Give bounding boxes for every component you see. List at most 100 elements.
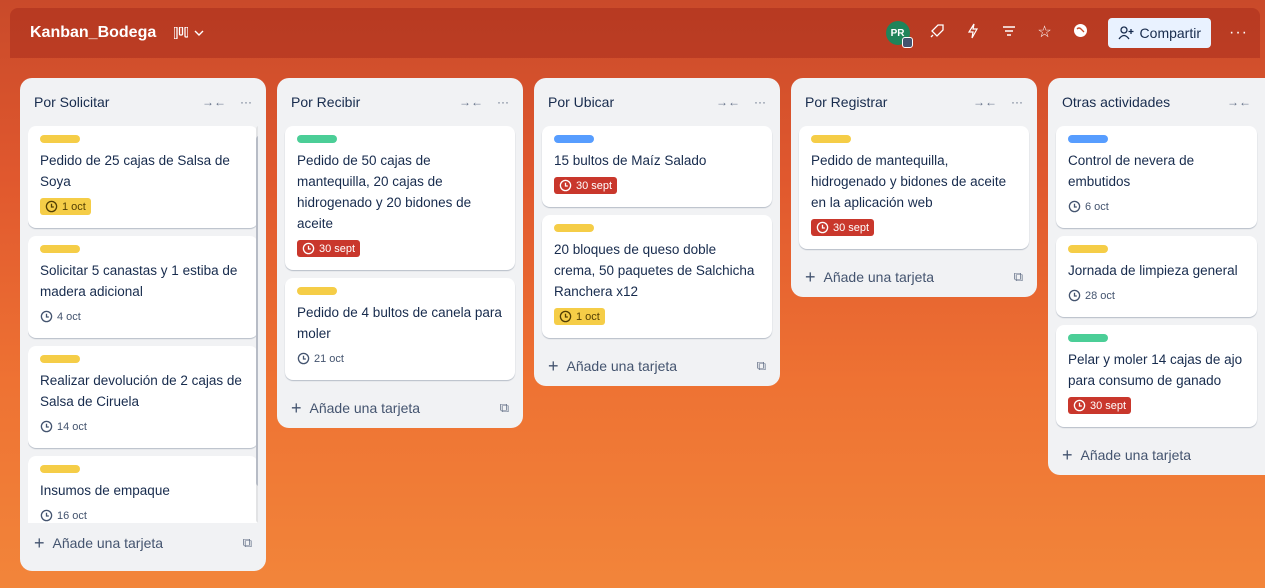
add-card-label: Añade una tarjeta <box>566 358 678 374</box>
label-yellow[interactable] <box>40 245 80 253</box>
label-yellow[interactable] <box>40 355 80 363</box>
template-icon[interactable]: ⧉ <box>500 400 509 416</box>
chevron-down-icon <box>194 30 204 36</box>
clock-icon <box>40 509 53 522</box>
clock-icon <box>559 310 572 323</box>
more-icon[interactable]: ··· <box>1229 24 1248 42</box>
list-por-registrar: Por Registrar →← ··· Pedido de mantequil… <box>791 78 1037 297</box>
label-blue[interactable] <box>1068 135 1108 143</box>
add-card-button[interactable]: + Añade una tarjeta ⧉ <box>285 388 515 428</box>
due-date-badge[interactable]: 14 oct <box>40 418 92 435</box>
list-header: Por Registrar →← ··· <box>799 78 1029 126</box>
due-date-badge[interactable]: 6 oct <box>1068 198 1114 215</box>
add-card-label: Añade una tarjeta <box>823 269 935 285</box>
due-date-badge[interactable]: 21 oct <box>297 350 349 367</box>
due-date-badge[interactable]: 30 sept <box>1068 397 1132 414</box>
scrollbar-thumb[interactable] <box>256 136 258 486</box>
clock-icon <box>1068 289 1081 302</box>
card-title: Pedido de 4 bultos de canela para moler <box>297 305 502 341</box>
clock-icon <box>297 352 310 365</box>
rocket-icon[interactable] <box>928 23 946 44</box>
card-title: Pelar y moler 14 cajas de ajo para consu… <box>1068 352 1243 388</box>
card-title: Pedido de mantequilla, hidrogenado y bid… <box>811 153 1007 210</box>
card-scroll-area[interactable]: Pedido de 25 cajas de Salsa de Soya 1 oc… <box>28 126 258 523</box>
filter-icon[interactable] <box>1000 24 1018 42</box>
list-header: Otras actividades →← <box>1056 78 1257 126</box>
clock-icon <box>816 221 829 234</box>
template-icon[interactable]: ⧉ <box>243 535 252 551</box>
card[interactable]: Pelar y moler 14 cajas de ajo para consu… <box>1056 325 1257 427</box>
card-title: Jornada de limpieza general <box>1068 263 1238 278</box>
card[interactable]: Realizar devolución de 2 cajas de Salsa … <box>28 346 258 448</box>
template-icon[interactable]: ⧉ <box>1014 269 1023 285</box>
card[interactable]: Control de nevera de embutidos 6 oct <box>1056 126 1257 228</box>
label-yellow[interactable] <box>40 465 80 473</box>
due-date-badge[interactable]: 1 oct <box>40 198 91 215</box>
due-date-badge[interactable]: 1 oct <box>554 308 605 325</box>
card-title: Control de nevera de embutidos <box>1068 153 1195 189</box>
add-card-label: Añade una tarjeta <box>1080 447 1192 463</box>
label-yellow[interactable] <box>554 224 594 232</box>
star-icon[interactable]: ☆ <box>1036 24 1054 42</box>
add-card-button[interactable]: + Añade una tarjeta ⧉ <box>799 257 1029 297</box>
card[interactable]: Solicitar 5 canastas y 1 estiba de mader… <box>28 236 258 338</box>
card-title: Pedido de 25 cajas de Salsa de Soya <box>40 153 230 189</box>
collapse-icon[interactable]: →← <box>716 95 740 109</box>
list-title[interactable]: Otras actividades <box>1062 94 1170 110</box>
add-card-button[interactable]: + Añade una tarjeta ⧉ <box>542 346 772 386</box>
template-icon[interactable]: ⧉ <box>757 358 766 374</box>
board-title[interactable]: Kanban_Bodega <box>30 24 156 42</box>
list-title[interactable]: Por Ubicar <box>548 94 614 110</box>
due-date-badge[interactable]: 16 oct <box>40 507 92 523</box>
label-green[interactable] <box>297 135 337 143</box>
due-date-badge[interactable]: 4 oct <box>40 308 86 325</box>
due-date-badge[interactable]: 28 oct <box>1068 287 1120 304</box>
card[interactable]: Jornada de limpieza general 28 oct <box>1056 236 1257 317</box>
avatar[interactable]: PR <box>885 21 913 48</box>
scrollbar[interactable] <box>256 126 258 523</box>
list-title[interactable]: Por Solicitar <box>34 94 109 110</box>
clock-icon <box>559 179 572 192</box>
card-title: 20 bloques de queso doble crema, 50 paqu… <box>554 242 755 299</box>
label-yellow[interactable] <box>1068 245 1108 253</box>
more-icon[interactable]: ··· <box>1011 95 1023 109</box>
card[interactable]: Pedido de mantequilla, hidrogenado y bid… <box>799 126 1029 249</box>
card-title: Insumos de empaque <box>40 483 170 498</box>
due-date-badge[interactable]: 30 sept <box>297 240 361 257</box>
collapse-icon[interactable]: →← <box>1227 95 1251 109</box>
add-card-button[interactable]: + Añade una tarjeta ⧉ <box>28 523 258 563</box>
add-card-button[interactable]: + Añade una tarjeta <box>1056 435 1257 475</box>
collapse-icon[interactable]: →← <box>973 95 997 109</box>
globe-icon[interactable] <box>1072 23 1090 43</box>
clock-icon <box>1073 399 1086 412</box>
card[interactable]: Pedido de 50 cajas de mantequilla, 20 ca… <box>285 126 515 270</box>
label-blue[interactable] <box>554 135 594 143</box>
plus-icon: + <box>1062 445 1073 465</box>
card[interactable]: 20 bloques de queso doble crema, 50 paqu… <box>542 215 772 338</box>
plus-icon: + <box>805 267 816 287</box>
more-icon[interactable]: ··· <box>754 95 766 109</box>
clock-icon <box>40 420 53 433</box>
label-yellow[interactable] <box>40 135 80 143</box>
label-yellow[interactable] <box>811 135 851 143</box>
share-button[interactable]: Compartir <box>1107 18 1212 48</box>
due-date-badge[interactable]: 30 sept <box>811 219 875 236</box>
card[interactable]: Insumos de empaque 16 oct <box>28 456 258 523</box>
due-date-badge[interactable]: 30 sept <box>554 177 618 194</box>
card[interactable]: 15 bultos de Maíz Salado 30 sept <box>542 126 772 207</box>
clock-icon <box>45 200 58 213</box>
lightning-icon[interactable] <box>964 23 982 44</box>
label-green[interactable] <box>1068 334 1108 342</box>
more-icon[interactable]: ··· <box>240 95 252 109</box>
board-view-switcher[interactable] <box>174 27 204 39</box>
collapse-icon[interactable]: →← <box>202 95 226 109</box>
card[interactable]: Pedido de 25 cajas de Salsa de Soya 1 oc… <box>28 126 258 228</box>
collapse-icon[interactable]: →← <box>459 95 483 109</box>
label-yellow[interactable] <box>297 287 337 295</box>
list-title[interactable]: Por Recibir <box>291 94 360 110</box>
more-icon[interactable]: ··· <box>497 95 509 109</box>
card[interactable]: Pedido de 4 bultos de canela para moler … <box>285 278 515 380</box>
card-title: Realizar devolución de 2 cajas de Salsa … <box>40 373 242 409</box>
list-title[interactable]: Por Registrar <box>805 94 887 110</box>
list-header: Por Recibir →← ··· <box>285 78 515 126</box>
